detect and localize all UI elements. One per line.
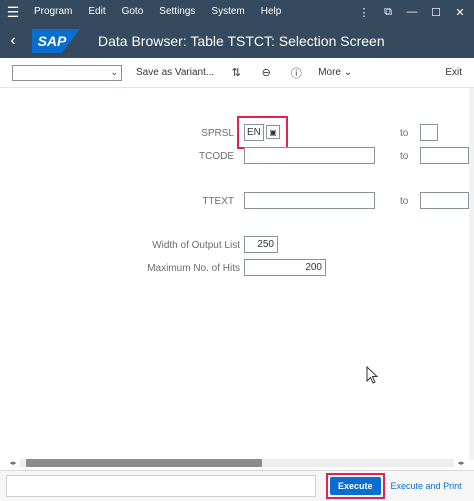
scroll-thumb[interactable] xyxy=(26,459,262,467)
application-toolbar: ⌄ Save as Variant... ⇅ ⊖ ⓘ More ⌄ Exit xyxy=(0,58,474,88)
ttext-to-label: to xyxy=(400,196,409,207)
menu-help[interactable]: Help xyxy=(253,0,290,24)
minimize-icon[interactable]: — xyxy=(402,6,422,18)
more-options-icon[interactable]: ⋮ xyxy=(354,6,374,19)
menu-goto[interactable]: Goto xyxy=(114,0,152,24)
close-icon[interactable]: ✕ xyxy=(450,6,470,19)
exit-button[interactable]: Exit xyxy=(445,67,462,78)
status-bar xyxy=(6,475,316,497)
vertical-scrollbar[interactable] xyxy=(469,88,474,460)
sprsl-label: SPRSL xyxy=(201,128,234,139)
execute-and-print-button[interactable]: Execute and Print xyxy=(391,481,462,491)
variant-dropdown[interactable]: ⌄ xyxy=(12,64,122,81)
maximize-icon[interactable]: ☐ xyxy=(426,6,446,19)
ttext-input[interactable] xyxy=(244,192,375,209)
maximum-no-of-hits-label: Maximum No. of Hits xyxy=(147,263,240,274)
back-arrow-icon[interactable]: ‹ xyxy=(0,32,26,50)
scroll-track[interactable] xyxy=(20,459,454,467)
more-menu-button[interactable]: More ⌄ xyxy=(318,67,352,78)
menu-edit[interactable]: Edit xyxy=(80,0,113,24)
scroll-left-icon[interactable]: ◂▸ xyxy=(6,459,20,467)
maximum-no-of-hits-input[interactable]: 200 xyxy=(244,259,326,276)
width-of-output-list-input[interactable]: 250 xyxy=(244,236,278,253)
scroll-right-icon[interactable]: ◂▸ xyxy=(454,459,468,467)
window-controls: ⋮ ⧉ — ☐ ✕ xyxy=(354,6,474,19)
menu-program[interactable]: Program xyxy=(26,0,80,24)
execute-highlight: Execute xyxy=(326,473,385,499)
horizontal-scrollbar[interactable]: ◂▸ ◂▸ xyxy=(6,458,468,468)
sprsl-to-input[interactable] xyxy=(420,124,438,141)
ttext-to-input[interactable] xyxy=(420,192,469,209)
width-of-output-list-label: Width of Output List xyxy=(152,240,240,251)
delete-entry-icon[interactable]: ⊖ xyxy=(258,66,274,79)
chevron-down-icon: ⌄ xyxy=(110,67,118,77)
ttext-label: TTEXT xyxy=(202,196,234,207)
hamburger-menu-icon[interactable]: ☰ xyxy=(0,0,26,24)
sprsl-to-label: to xyxy=(400,128,409,139)
sap-logo: SAP xyxy=(32,29,80,53)
title-bar: ‹ SAP Data Browser: Table TSTCT: Selecti… xyxy=(0,24,474,58)
tcode-input[interactable] xyxy=(244,147,375,164)
menu-system[interactable]: System xyxy=(203,0,252,24)
execute-button[interactable]: Execute xyxy=(330,477,381,495)
footer-bar: Execute Execute and Print xyxy=(0,470,474,501)
info-icon[interactable]: ⓘ xyxy=(288,65,304,81)
highlight-box xyxy=(237,116,288,149)
page-title: Data Browser: Table TSTCT: Selection Scr… xyxy=(98,33,385,49)
menu-settings[interactable]: Settings xyxy=(151,0,203,24)
tcode-label: TCODE xyxy=(199,151,234,162)
tcode-to-label: to xyxy=(400,151,409,162)
multiple-selection-icon[interactable]: ⇅ xyxy=(228,66,244,79)
save-as-variant-button[interactable]: Save as Variant... xyxy=(136,67,214,78)
tcode-to-input[interactable] xyxy=(420,147,469,164)
mouse-pointer-icon xyxy=(366,366,378,384)
menu-bar: ☰ Program Edit Goto Settings System Help… xyxy=(0,0,474,24)
restore-icon[interactable]: ⧉ xyxy=(378,6,398,19)
